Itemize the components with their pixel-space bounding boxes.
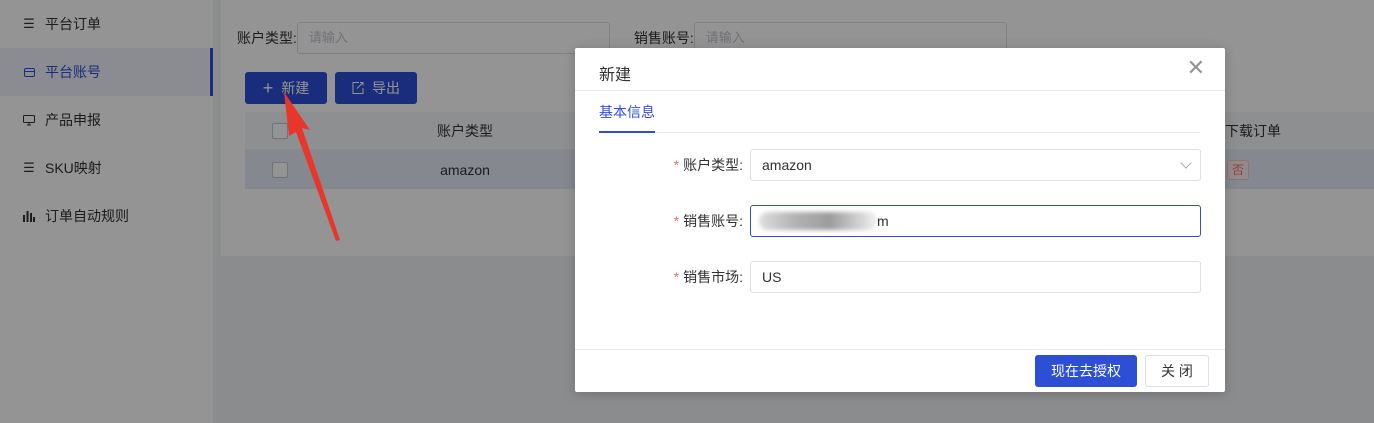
close-icon[interactable]: ✕	[1187, 57, 1205, 79]
dialog-footer-divider	[575, 349, 1225, 350]
annotation-arrow-icon	[284, 92, 340, 241]
close-button[interactable]: 关 闭	[1145, 355, 1209, 387]
account-type-select[interactable]: amazon	[750, 149, 1201, 181]
tab-active-indicator	[599, 131, 655, 133]
sales-market-label: * 销售市场:	[673, 269, 743, 285]
form-row-sales-account: * 销售账号: m	[575, 205, 1225, 237]
required-star: *	[673, 213, 680, 229]
sales-account-label: * 销售账号:	[673, 213, 743, 229]
tab-basic-info[interactable]: 基本信息	[599, 102, 655, 122]
chevron-down-icon	[1180, 157, 1192, 169]
authorize-now-button[interactable]: 现在去授权	[1035, 355, 1137, 387]
redacted-text-blur	[759, 212, 877, 230]
sales-market-input[interactable]: US	[750, 261, 1201, 293]
tab-divider	[599, 132, 1200, 133]
dialog-header-divider	[575, 90, 1225, 91]
new-account-dialog: 新建 ✕ 基本信息 * 账户类型: amazon * 销售账号: m * 销售市场: …	[575, 48, 1225, 392]
sales-account-input[interactable]: m	[750, 205, 1201, 237]
sales-account-value-suffix: m	[877, 213, 889, 229]
required-star: *	[673, 157, 680, 173]
account-type-select-value: amazon	[762, 157, 812, 173]
required-star: *	[673, 269, 680, 285]
dialog-title: 新建	[599, 67, 632, 84]
form-row-sales-market: * 销售市场: US	[575, 261, 1225, 293]
account-type-label: * 账户类型:	[673, 157, 743, 173]
form-row-account-type: * 账户类型: amazon	[575, 149, 1225, 181]
